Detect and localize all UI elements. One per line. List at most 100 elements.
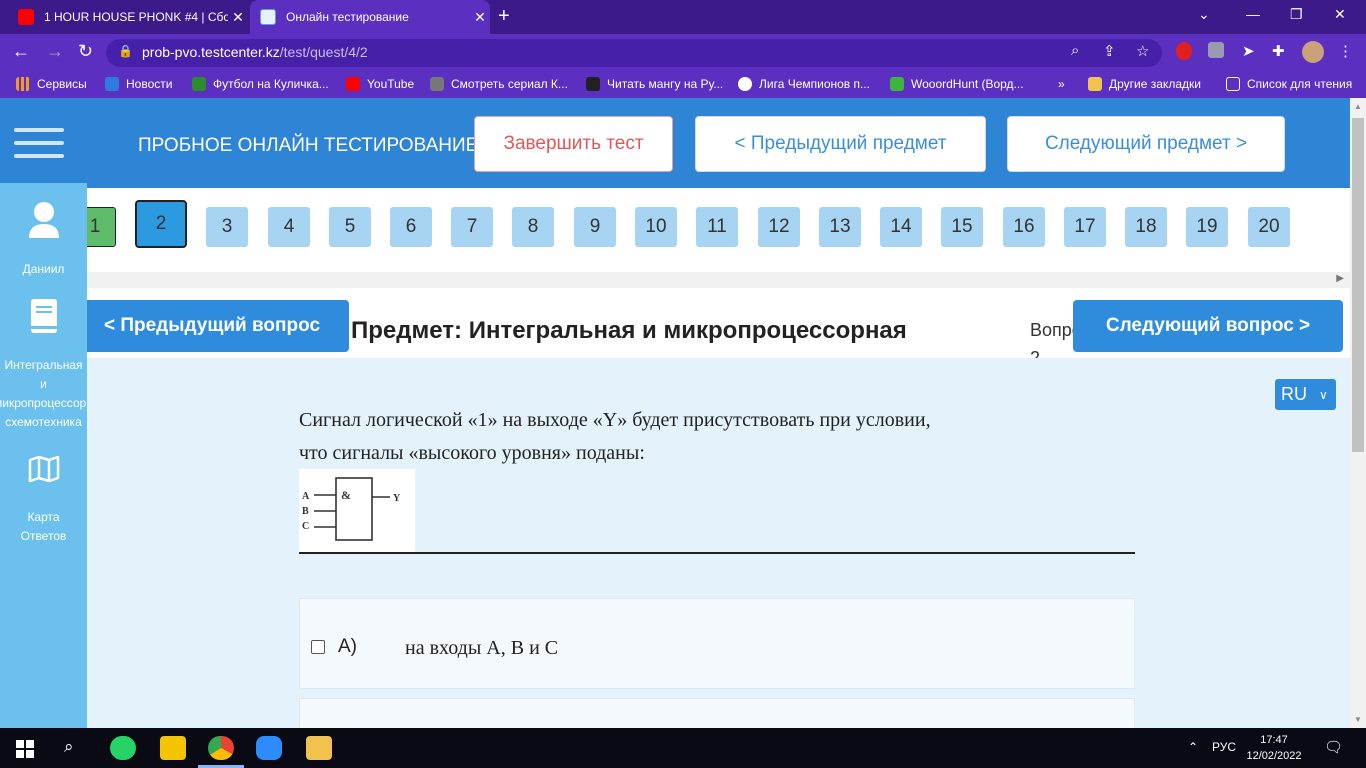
zoom-app-icon[interactable] [256,736,282,760]
sticky-notes-icon[interactable] [160,736,186,760]
question-number-15[interactable]: 15 [941,207,983,247]
bookmark-item[interactable]: Читать мангу на Ру... [586,77,723,91]
question-counter-value: 2 [1030,348,1041,358]
bookmark-label: Читать мангу на Ру... [607,77,724,91]
url-text[interactable]: prob-pvo.testcenter.kz/test/quest/4/2 [142,44,368,60]
extension-icon[interactable] [1208,42,1224,58]
sidebar-user-name: Даниил [22,262,65,276]
bookmark-item[interactable]: YouTube [346,77,414,91]
chrome-icon[interactable] [208,736,234,760]
input-label-c: C [302,521,309,532]
question-number-12[interactable]: 12 [758,207,800,247]
question-number-11[interactable]: 11 [696,207,738,247]
question-number-16[interactable]: 16 [1003,207,1045,247]
file-explorer-icon[interactable] [306,736,332,760]
question-number-6[interactable]: 6 [390,207,432,247]
scroll-up-icon[interactable]: ▲ [1354,102,1362,111]
sidebar-subject-line: Интегральная [4,358,83,372]
browser-tab-youtube[interactable]: 1 HOUR HOUSE PHONK #4 | Сбо ✕ [8,0,248,34]
reload-icon[interactable]: ↻ [78,41,93,62]
language-select[interactable]: RU ∨ [1275,379,1336,410]
question-number-9[interactable]: 9 [574,207,616,247]
close-tab-icon[interactable]: ✕ [228,9,248,26]
close-window-button[interactable]: ✕ [1334,6,1346,23]
question-counter: Вопрос 2 [1030,316,1074,358]
next-question-button[interactable]: Следующий вопрос > [1073,300,1343,352]
testcenter-icon [260,9,276,25]
input-label-b: B [302,506,309,517]
bookmark-item[interactable]: Сервисы [16,77,87,91]
windows-start-icon[interactable] [16,740,34,758]
tab-search-icon[interactable]: ⌄ [1198,6,1210,23]
question-number-20[interactable]: 20 [1248,207,1290,247]
question-number-8[interactable]: 8 [512,207,554,247]
reading-list-icon [1226,77,1240,91]
question-text-line: что сигналы «высокого уровня» поданы: [299,442,645,464]
question-number-19[interactable]: 19 [1186,207,1228,247]
question-text-line: Сигнал логической «1» на выходе «Y» буде… [299,409,931,431]
input-language[interactable]: РУС [1212,740,1236,754]
question-number-7[interactable]: 7 [451,207,493,247]
lock-icon[interactable]: 🔒 [118,44,133,58]
question-number-17[interactable]: 17 [1064,207,1106,247]
question-number-18[interactable]: 18 [1125,207,1167,247]
bookmark-item[interactable]: Новости [105,77,172,91]
menu-dots-icon[interactable]: ⋮ [1338,42,1353,60]
hamburger-menu-icon[interactable] [14,128,64,160]
minimize-button[interactable]: — [1246,6,1260,22]
bookmark-star-icon[interactable]: ☆ [1136,42,1149,60]
question-number-2[interactable]: 2 [135,200,187,248]
other-bookmarks[interactable]: Другие закладки [1088,77,1201,91]
maximize-button[interactable]: ❐ [1290,6,1303,23]
sidebar-item-answer-map[interactable]: Карта Ответов [0,456,87,546]
bookmarks-overflow-icon[interactable]: » [1058,77,1065,91]
vertical-scrollbar[interactable]: ▲ ▼ [1350,98,1366,728]
scrollbar-thumb[interactable] [1352,118,1364,452]
new-tab-button[interactable]: + [498,5,510,28]
football-icon [192,77,206,91]
bookmark-item[interactable]: WooordHunt (Ворд... [890,77,1024,91]
question-number-13[interactable]: 13 [819,207,861,247]
tab-title: 1 HOUR HOUSE PHONK #4 | Сбо [44,10,228,24]
and-gate-diagram: & A B C Y [299,469,415,553]
back-icon[interactable]: ← [12,41,30,62]
question-number-10[interactable]: 10 [635,207,677,247]
answer-checkbox[interactable] [311,640,325,654]
whatsapp-icon[interactable] [110,736,136,760]
close-tab-icon[interactable]: ✕ [470,9,490,26]
system-clock[interactable]: 17:47 12/02/2022 [1246,732,1302,764]
bookmark-item[interactable]: Смотреть сериал К... [430,77,568,91]
tray-overflow-icon[interactable]: ⌃ [1188,740,1198,754]
champions-icon [738,77,752,91]
browser-tab-active[interactable]: Онлайн тестирование ✕ [250,0,490,34]
sidebar-subject-line: и [40,377,47,391]
bookmark-item[interactable]: Лига Чемпионов п... [738,77,870,91]
share-icon[interactable]: ⇪ [1103,42,1116,60]
scroll-right-icon[interactable]: ▶ [1336,273,1344,284]
cursor-extension-icon[interactable]: ➤ [1242,42,1255,60]
prev-question-button[interactable]: < Предыдущий вопрос [75,300,349,352]
extensions-puzzle-icon[interactable]: ✚ [1272,42,1285,60]
extension-adblock-icon[interactable] [1176,42,1192,60]
clock-date: 12/02/2022 [1246,750,1302,762]
question-number-4[interactable]: 4 [268,207,310,247]
profile-avatar[interactable] [1302,41,1324,63]
next-subject-button[interactable]: Следующий предмет > [1007,116,1285,172]
reading-list[interactable]: Список для чтения [1226,77,1352,91]
bookmark-item[interactable]: Футбол на Куличка... [192,77,329,91]
finish-test-button[interactable]: Завершить тест [474,116,673,172]
prev-subject-button[interactable]: < Предыдущий предмет [695,116,986,172]
search-icon[interactable]: ⌕ [64,737,74,757]
sidebar-item-user[interactable]: Даниил [0,200,87,279]
zoom-icon[interactable]: ⌕ [1071,42,1079,59]
question-number-3[interactable]: 3 [206,207,248,247]
answer-text: на входы А, В и С [405,637,559,659]
scroll-down-icon[interactable]: ▼ [1354,715,1362,724]
question-number-14[interactable]: 14 [880,207,922,247]
notifications-icon[interactable]: 🗨 [1324,738,1343,756]
sidebar-item-subject[interactable]: Интегральная и микропроцессорная схемоте… [0,298,106,432]
circuit-svg: & A B C Y [302,477,401,541]
question-number-5[interactable]: 5 [329,207,371,247]
forward-icon[interactable]: → [46,41,64,62]
horizontal-scrollbar[interactable]: ▶ [87,272,1350,288]
